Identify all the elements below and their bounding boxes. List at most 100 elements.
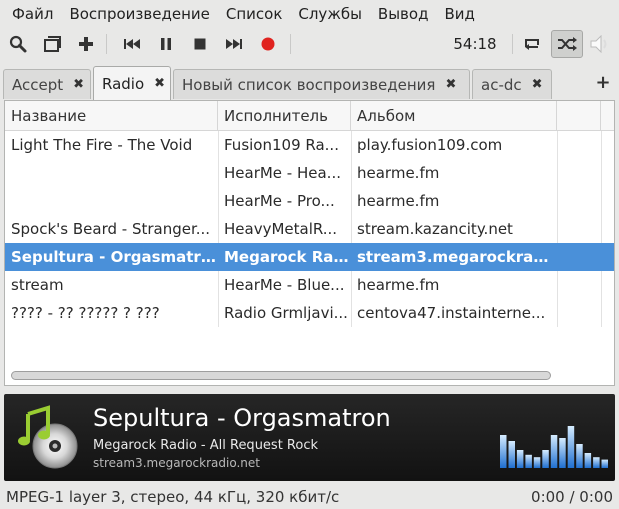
- now-playing-panel: Sepultura - Orgasmatron Megarock Radio -…: [4, 394, 615, 481]
- horizontal-scrollbar[interactable]: [9, 371, 609, 381]
- playlist-row[interactable]: stream HearMe - Blue... hearme.fm: [5, 271, 614, 299]
- add-icon: [79, 37, 93, 51]
- spectrum-analyzer: [500, 426, 608, 468]
- cell-album: play.fusion109.com: [357, 136, 503, 154]
- next-button[interactable]: [220, 30, 248, 58]
- pause-button[interactable]: [152, 30, 180, 58]
- column-header-extra[interactable]: [557, 101, 601, 131]
- add-tab-button[interactable]: +: [594, 74, 612, 92]
- spectrum-bar: [593, 457, 600, 468]
- spectrum-bar: [542, 450, 549, 468]
- spectrum-bar: [584, 453, 592, 468]
- cell-artist: HearMe - Blue...: [224, 276, 345, 294]
- stack-icon: [44, 36, 61, 52]
- spectrum-bar: [576, 444, 583, 468]
- stop-icon: [194, 38, 206, 50]
- previous-icon: [124, 39, 140, 49]
- tab-ac-dc[interactable]: ac-dc ✖: [472, 69, 552, 99]
- volume-button[interactable]: [586, 30, 614, 58]
- playlist-tab-bar: Accept ✖ Radio ✖ Новый список воспроизве…: [0, 66, 619, 100]
- repeat-icon: [525, 39, 539, 50]
- cell-album: hearme.fm: [357, 192, 440, 210]
- stop-button[interactable]: [186, 30, 214, 58]
- playlist-row[interactable]: HearMe - Hea... hearme.fm: [5, 159, 614, 187]
- close-icon[interactable]: ✖: [154, 76, 165, 91]
- station-name: Megarock Radio - All Request Rock: [93, 438, 319, 453]
- next-icon: [226, 39, 242, 49]
- close-icon[interactable]: ✖: [445, 77, 456, 92]
- track-title: Sepultura - Orgasmatron: [93, 404, 391, 432]
- spectrum-bar: [567, 426, 575, 468]
- tab-radio[interactable]: Radio ✖: [93, 66, 171, 100]
- spectrum-bar: [601, 459, 608, 468]
- toolbar: 54:18: [0, 28, 619, 60]
- cell-artist: HeavyMetalR...: [224, 220, 338, 238]
- playlist-row[interactable]: Sepultura - Orgasmatron Megarock Ra... str…: [5, 243, 614, 271]
- menu-tools[interactable]: Службы: [290, 5, 370, 23]
- record-icon: [261, 37, 275, 51]
- playlist-row[interactable]: Spock's Beard - Stranger... HeavyMetalR..…: [5, 215, 614, 243]
- record-button[interactable]: [254, 30, 282, 58]
- close-icon[interactable]: ✖: [532, 77, 543, 92]
- scrollbar-thumb[interactable]: [11, 371, 551, 380]
- spectrum-bar: [525, 454, 532, 468]
- menu-output[interactable]: Вывод: [370, 5, 437, 23]
- playlist-row[interactable]: Light The Fire - The Void Fusion109 Ra...…: [5, 131, 614, 159]
- column-header-album[interactable]: Альбом: [351, 101, 557, 131]
- cell-title: Light The Fire - The Void: [11, 136, 193, 154]
- cell-artist: HearMe - Pro...: [224, 192, 335, 210]
- repeat-button[interactable]: [518, 30, 546, 58]
- spectrum-bar: [533, 457, 541, 468]
- tab-label: Новый список воспроизведения: [182, 75, 436, 94]
- add-button[interactable]: [72, 30, 100, 58]
- playlist-table: Название Исполнитель Альбом Light The Fi…: [4, 100, 615, 386]
- previous-button[interactable]: [118, 30, 146, 58]
- menu-file[interactable]: Файл: [4, 5, 61, 23]
- spectrum-bar: [559, 438, 566, 468]
- music-disc-icon: [18, 405, 78, 469]
- time-display: 54:18: [453, 35, 497, 53]
- menu-bar: Файл Воспроизведение Список Службы Вывод…: [0, 0, 619, 28]
- stream-format: MPEG-1 layer 3, стерео, 44 кГц, 320 кбит…: [6, 488, 340, 506]
- cell-title: Spock's Beard - Stranger...: [11, 220, 211, 238]
- tab-accept[interactable]: Accept ✖: [3, 69, 91, 99]
- shuffle-button[interactable]: [551, 30, 583, 58]
- playlist-row[interactable]: HearMe - Pro... hearme.fm: [5, 187, 614, 215]
- cell-title: Sepultura - Orgasmatron: [11, 248, 216, 266]
- spectrum-bar: [516, 450, 524, 468]
- tab-label: ac-dc: [481, 75, 522, 94]
- cell-title: [5, 159, 216, 187]
- menu-playlist[interactable]: Список: [218, 5, 291, 23]
- cell-artist: Fusion109 Ra...: [224, 136, 339, 154]
- tab-label: Accept: [12, 75, 64, 94]
- playback-position: 0:00 / 0:00: [531, 488, 613, 506]
- spectrum-bar: [508, 441, 515, 468]
- cell-artist: Megarock Ra...: [224, 248, 349, 266]
- cell-artist: HearMe - Hea...: [224, 164, 341, 182]
- spectrum-bar: [500, 435, 507, 468]
- menu-view[interactable]: Вид: [436, 5, 482, 23]
- status-bar: MPEG-1 layer 3, стерео, 44 кГц, 320 кбит…: [0, 486, 619, 509]
- tab-new-playlist[interactable]: Новый список воспроизведения ✖: [173, 69, 470, 99]
- cell-album: hearme.fm: [357, 164, 440, 182]
- cell-title: stream: [11, 276, 64, 294]
- cell-title: ???? - ?? ????? ? ???: [11, 304, 160, 322]
- column-header-title[interactable]: Название: [5, 101, 218, 131]
- playlist-row[interactable]: ???? - ?? ????? ? ??? Radio Grmljavi... ce…: [5, 299, 614, 327]
- tab-label: Radio: [102, 74, 145, 93]
- stack-button[interactable]: [38, 30, 66, 58]
- cell-title: [5, 187, 216, 215]
- pause-icon: [161, 38, 171, 50]
- shuffle-icon: [558, 37, 577, 51]
- cell-album: centova47.instainterne...: [357, 304, 546, 322]
- close-icon[interactable]: ✖: [73, 77, 84, 92]
- cell-album: stream3.megarockradi...: [357, 248, 555, 266]
- menu-playback[interactable]: Воспроизведение: [61, 5, 217, 23]
- column-headers: Название Исполнитель Альбом: [5, 101, 614, 131]
- toolbar-separator: [512, 34, 513, 54]
- column-header-artist[interactable]: Исполнитель: [218, 101, 351, 131]
- search-button[interactable]: [4, 30, 32, 58]
- toolbar-separator: [106, 34, 107, 54]
- search-icon: [9, 35, 27, 53]
- stream-url: stream3.megarockradio.net: [93, 456, 260, 470]
